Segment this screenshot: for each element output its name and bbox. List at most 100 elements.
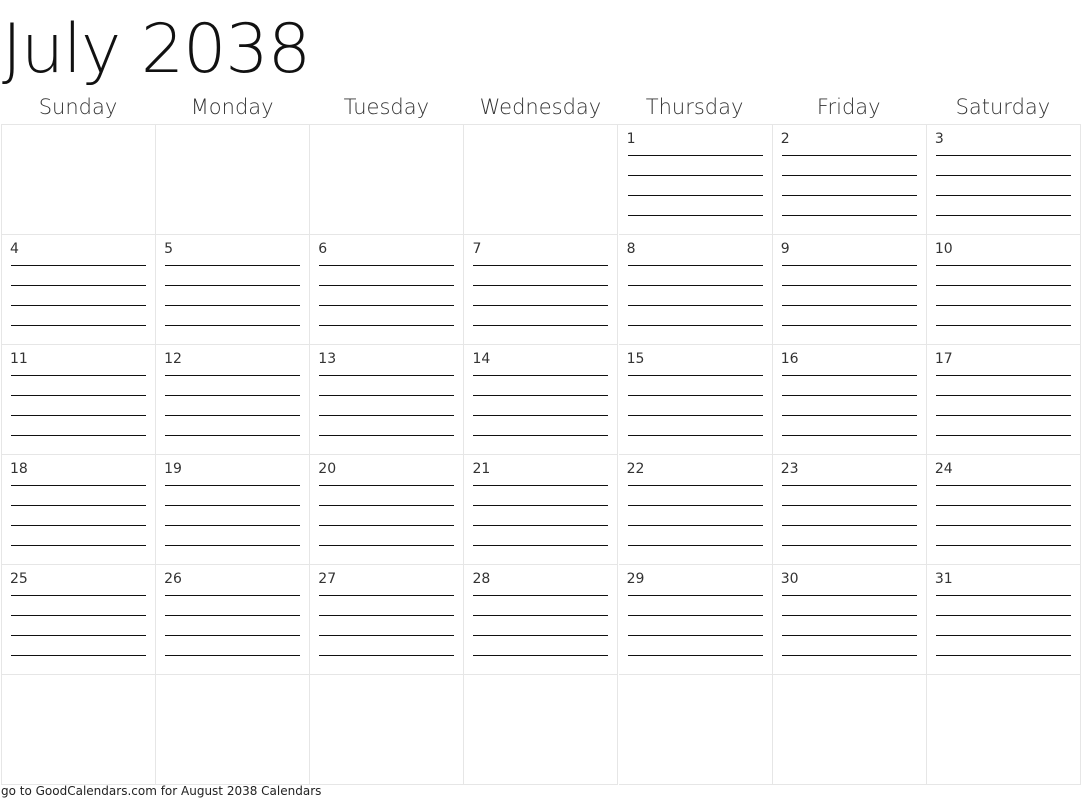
note-line — [935, 615, 1071, 616]
note-line — [473, 435, 609, 436]
note-line — [473, 265, 609, 266]
note-line — [165, 325, 301, 326]
note-line — [319, 435, 455, 436]
day-cell-10[interactable]: 10 — [926, 235, 1081, 345]
day-cell-23[interactable]: 23 — [772, 455, 927, 565]
note-line — [781, 615, 917, 616]
note-line — [165, 285, 301, 286]
note-line — [627, 305, 763, 306]
day-cell-7[interactable]: 7 — [464, 235, 619, 345]
day-cell-17[interactable]: 17 — [926, 345, 1081, 455]
note-line — [935, 305, 1071, 306]
day-cell-19[interactable]: 19 — [156, 455, 311, 565]
day-cell-25[interactable]: 25 — [2, 565, 156, 675]
day-number: 23 — [780, 461, 799, 477]
day-cell-8[interactable]: 8 — [618, 235, 773, 345]
day-number: 15 — [626, 351, 645, 367]
day-cell-16[interactable]: 16 — [772, 345, 927, 455]
day-cell-18[interactable]: 18 — [2, 455, 156, 565]
note-line — [627, 505, 763, 506]
note-line — [627, 525, 763, 526]
note-line — [319, 485, 455, 486]
note-line — [627, 485, 763, 486]
day-number: 26 — [164, 571, 182, 587]
note-line — [11, 305, 146, 306]
day-cell-3[interactable]: 3 — [926, 125, 1081, 235]
day-cell-22[interactable]: 22 — [618, 455, 773, 565]
day-cell-31[interactable]: 31 — [926, 565, 1081, 675]
note-line — [473, 505, 609, 506]
day-cell-21[interactable]: 21 — [464, 455, 619, 565]
note-line — [473, 635, 609, 636]
note-line — [627, 375, 763, 376]
day-number: 28 — [472, 571, 491, 587]
note-line — [165, 635, 301, 636]
day-cell-26[interactable]: 26 — [156, 565, 311, 675]
empty-cell — [310, 125, 465, 235]
day-number: 3 — [934, 131, 944, 147]
day-cell-5[interactable]: 5 — [156, 235, 311, 345]
day-number: 24 — [934, 461, 953, 477]
day-number: 4 — [10, 241, 19, 257]
day-cell-24[interactable]: 24 — [926, 455, 1081, 565]
day-cell-12[interactable]: 12 — [156, 345, 311, 455]
note-line — [627, 215, 763, 216]
day-number: 29 — [626, 571, 645, 587]
note-line — [781, 155, 917, 156]
note-line — [627, 435, 763, 436]
note-line — [781, 525, 917, 526]
note-line — [319, 525, 455, 526]
day-cell-27[interactable]: 27 — [310, 565, 465, 675]
note-line — [781, 435, 917, 436]
note-line — [473, 525, 609, 526]
day-number: 19 — [164, 461, 182, 477]
day-cell-4[interactable]: 4 — [2, 235, 156, 345]
note-line — [627, 395, 763, 396]
day-cell-2[interactable]: 2 — [772, 125, 927, 235]
note-line — [473, 325, 609, 326]
empty-cell — [464, 675, 619, 785]
weekday-tuesday: Tuesday — [343, 95, 430, 119]
note-line — [319, 305, 455, 306]
day-cell-20[interactable]: 20 — [310, 455, 465, 565]
day-cell-1[interactable]: 1 — [618, 125, 773, 235]
day-cell-15[interactable]: 15 — [618, 345, 773, 455]
note-line — [165, 545, 301, 546]
day-number: 27 — [318, 571, 337, 587]
note-line — [11, 285, 146, 286]
note-line — [627, 325, 763, 326]
day-cell-14[interactable]: 14 — [464, 345, 619, 455]
note-line — [319, 325, 455, 326]
day-cell-13[interactable]: 13 — [310, 345, 465, 455]
day-cell-6[interactable]: 6 — [310, 235, 465, 345]
note-line — [627, 545, 763, 546]
note-line — [473, 395, 609, 396]
note-line — [11, 505, 146, 506]
day-number: 11 — [10, 351, 28, 367]
footer-link[interactable]: go to GoodCalendars.com for August 2038 … — [1, 783, 321, 799]
note-line — [935, 215, 1071, 216]
day-number: 1 — [626, 131, 636, 147]
day-cell-29[interactable]: 29 — [618, 565, 773, 675]
day-number: 30 — [780, 571, 799, 587]
day-cell-9[interactable]: 9 — [772, 235, 927, 345]
day-number: 5 — [164, 241, 174, 257]
note-line — [627, 175, 763, 176]
weekday-thursday: Thursday — [645, 95, 744, 119]
note-line — [781, 285, 917, 286]
note-line — [935, 525, 1071, 526]
day-cell-28[interactable]: 28 — [464, 565, 619, 675]
empty-cell — [926, 675, 1081, 785]
note-line — [319, 415, 455, 416]
day-cell-30[interactable]: 30 — [772, 565, 927, 675]
day-cell-11[interactable]: 11 — [2, 345, 156, 455]
note-line — [781, 595, 917, 596]
note-line — [935, 545, 1071, 546]
day-number: 9 — [780, 241, 790, 257]
note-line — [319, 615, 455, 616]
note-line — [935, 415, 1071, 416]
note-line — [627, 615, 763, 616]
note-line — [165, 485, 301, 486]
note-line — [935, 375, 1071, 376]
note-line — [627, 265, 763, 266]
